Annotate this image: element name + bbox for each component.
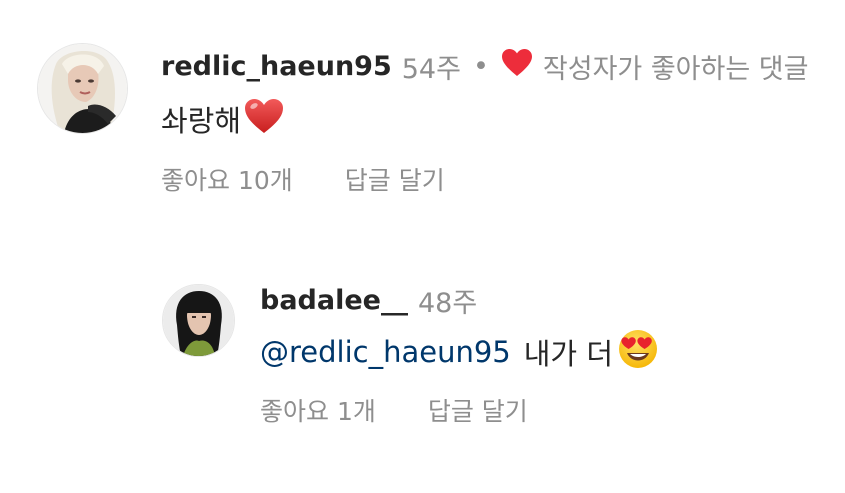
comment-body: 솨랑해 (161, 97, 285, 141)
comment-header: redlic_haeun95 54주 • 작성자가 좋아하는 댓글 (161, 46, 808, 86)
reply-username[interactable]: badalee__ (260, 285, 408, 316)
profile-photo-badalee (163, 285, 234, 356)
avatar[interactable] (162, 284, 235, 357)
comment-username[interactable]: redlic_haeun95 (161, 51, 392, 82)
comment-actions: 좋아요 10개 답글 달기 (161, 160, 445, 198)
heart-eyes-emoji-icon (617, 328, 659, 377)
red-heart-icon (501, 48, 533, 84)
likes-count-button[interactable]: 좋아요 1개 (260, 392, 376, 428)
profile-photo-redlic (38, 44, 127, 133)
reply-body: @redlic_haeun95 내가 더 (260, 328, 659, 377)
reply-actions: 좋아요 1개 답글 달기 (260, 391, 528, 429)
avatar[interactable] (37, 43, 128, 134)
reply-button[interactable]: 답글 달기 (428, 392, 528, 428)
reply-timestamp[interactable]: 48주 (418, 281, 477, 320)
red-heart-emoji-icon (243, 97, 285, 142)
comment-text: 솨랑해 (161, 104, 242, 138)
reply-button[interactable]: 답글 달기 (345, 161, 445, 197)
separator-dot: • (472, 50, 489, 82)
comment-thread: redlic_haeun95 54주 • 작성자가 좋아하는 댓글 솨랑해 좋아… (0, 0, 845, 493)
likes-count-button[interactable]: 좋아요 10개 (161, 161, 293, 197)
comment-timestamp[interactable]: 54주 (402, 47, 461, 86)
liked-by-author-label: 작성자가 좋아하는 댓글 (542, 53, 809, 85)
reply-text: 내가 더 (523, 337, 614, 371)
reply-header: badalee__ 48주 (260, 280, 477, 320)
mention-link[interactable]: @redlic_haeun95 (260, 335, 511, 369)
